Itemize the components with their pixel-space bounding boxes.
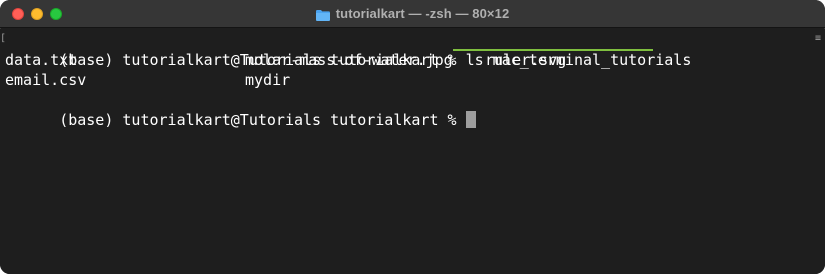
window-title-group: tutorialkart — -zsh — 80×12 [0,0,825,27]
ls-output-row: data.txt molar-mass-of-water.jpg ruler.s… [5,50,566,70]
scrollbar-marker-icon[interactable]: ≡ [815,33,821,45]
terminal-line-command: (base) tutorialkart@Tutorials tutorialka… [5,30,691,69]
file-name: molar-mass-of-water.jpg [245,51,453,69]
shell-prompt: (base) tutorialkart@Tutorials tutorialka… [59,111,466,129]
file-name: ruler.svg [485,51,567,69]
file-name: email.csv [5,71,87,89]
folder-icon [315,8,330,21]
file-name: data.txt [5,51,78,69]
terminal-content[interactable]: [ ≡ (base) tutorialkart@Tutorials tutori… [0,29,825,274]
directory-name: mydir [245,71,291,89]
window-title: tutorialkart — -zsh — 80×12 [335,6,510,21]
terminal-line-prompt[interactable]: (base) tutorialkart@Tutorials tutorialka… [5,90,476,129]
title-bar[interactable]: tutorialkart — -zsh — 80×12 [0,0,825,28]
ls-output-row: email.csv mydir [5,70,290,90]
terminal-window: tutorialkart — -zsh — 80×12 [ ≡ (base) t… [0,0,825,274]
text-cursor [465,111,476,128]
